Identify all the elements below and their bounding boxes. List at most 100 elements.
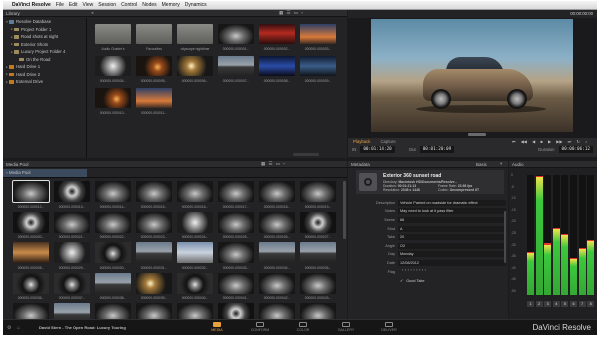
checkmark-icon[interactable]: ✓ [400, 278, 403, 283]
go-end-icon[interactable]: ⏭ [568, 139, 572, 144]
mediapool-clip-tile[interactable]: 000000-000039... [136, 272, 172, 300]
library-tree-item[interactable]: ▸ External Drive [3, 78, 85, 86]
mediapool-clip-tile[interactable]: 000000-000024... [177, 211, 213, 239]
viewer-scrubber[interactable] [468, 133, 486, 136]
mediapool-clip-tile[interactable]: 000000-000023... [136, 211, 172, 239]
menu-edit[interactable]: Edit [69, 2, 78, 8]
mediapool-clip-tile[interactable]: 000000-000032... [177, 242, 213, 270]
channel-button[interactable]: 6 [570, 301, 577, 307]
library-tree-item[interactable]: ▸ Exterior Shots [3, 41, 85, 49]
page-tab-gallery[interactable]: GALLERY [328, 322, 364, 334]
library-clip-tile[interactable]: 000000-000005... [136, 56, 172, 83]
mediapool-clip-tile[interactable]: 000000-000017... [218, 181, 254, 209]
page-tab-color[interactable]: COLOR [285, 322, 321, 334]
metadata-field-input[interactable]: O2 [398, 242, 506, 249]
rewind-icon[interactable]: ◀◀ [521, 139, 527, 144]
library-tree-item[interactable]: ▸ Road shots at night [3, 33, 85, 41]
channel-button[interactable]: 8 [587, 301, 595, 307]
menu-control[interactable]: Control [121, 2, 137, 8]
view-mode-icons[interactable]: ▦ ☰ ▭ ▫ [279, 10, 304, 16]
mediapool-clip-tile[interactable]: 000000-000030... [95, 242, 131, 270]
media-pool-view-icons[interactable]: ▦ ☰ ▭ ▫ [261, 161, 286, 167]
menu-dynamics[interactable]: Dynamics [185, 2, 207, 8]
library-clip-tile[interactable]: Favourites [136, 24, 172, 51]
library-clip-tile[interactable]: 000000-000007... [218, 56, 254, 83]
mediapool-clip-tile[interactable]: 000000-000028... [13, 242, 49, 270]
menu-file[interactable]: File [56, 2, 64, 8]
mediapool-clip-tile[interactable]: 000000-000047... [136, 303, 172, 319]
library-clip-tile[interactable]: 000000-000001... [218, 24, 254, 51]
mediapool-clip-tile[interactable]: 000000-000029... [54, 242, 90, 270]
library-tree-item[interactable]: ▸ Project Folder 1 [3, 26, 85, 34]
channel-button[interactable]: 5 [561, 301, 569, 307]
library-tree-item[interactable]: ▾ Resolve Database [3, 18, 85, 26]
menu-app-name[interactable]: DaVinci Resolve [12, 2, 51, 8]
menu-memory[interactable]: Memory [162, 2, 180, 8]
menu-nodes[interactable]: Nodes [142, 2, 156, 8]
home-icon[interactable]: ⌂ [17, 325, 20, 331]
library-tree-item[interactable]: ▸ Luxury Project Folder 4 [3, 48, 85, 56]
library-clip-tile[interactable]: 000000-000008... [259, 56, 295, 83]
library-scrollbar[interactable] [293, 153, 319, 156]
mediapool-clip-tile[interactable]: 000000-000033... [218, 242, 254, 270]
mediapool-clip-tile[interactable]: 000000-000040... [177, 272, 213, 300]
mediapool-clip-tile[interactable]: 000000-000026... [259, 211, 295, 239]
library-clip-tile[interactable]: 000000-000010... [95, 88, 131, 115]
mediapool-clip-tile[interactable]: 000000-000014... [95, 181, 131, 209]
mediapool-clip-tile[interactable]: 000000-000020... [13, 211, 49, 239]
mediapool-clip-tile[interactable]: 000000-000022... [95, 211, 131, 239]
metadata-field-input[interactable]: 20 [398, 234, 506, 241]
good-take-row[interactable]: ✓ Good Take [400, 278, 424, 284]
metadata-field-input[interactable]: Vehicle Parked on roadside for dramatic … [398, 199, 506, 206]
play-icon[interactable]: ▶ [548, 139, 551, 144]
library-clip-tile[interactable]: 000000-000011... [136, 88, 172, 115]
library-tree-item[interactable]: ▸ Hard Drive 1 [3, 63, 85, 71]
mediapool-clip-tile[interactable]: 000000-000051... [300, 303, 336, 319]
mediapool-clip-tile[interactable]: 000000-000036... [13, 272, 49, 300]
library-clip-tile[interactable]: 000000-000002... [259, 24, 295, 51]
metadata-field-input[interactable]: A [398, 225, 506, 232]
stop-icon[interactable]: ■ [540, 139, 542, 144]
media-pool-root[interactable]: ▾ Media Pool [3, 169, 87, 177]
mediapool-clip-tile[interactable]: 000000-000037... [54, 272, 90, 300]
mediapool-clip-tile[interactable]: 000000-000038... [95, 272, 131, 300]
library-clip-tile[interactable]: 000000-000004... [95, 56, 131, 83]
mediapool-clip-tile[interactable]: 000000-000042... [259, 272, 295, 300]
page-tab-conform[interactable]: CONFORM [242, 322, 278, 334]
mediapool-clip-tile[interactable]: 000000-000050... [259, 303, 295, 319]
play-reverse-icon[interactable]: ◀ [532, 139, 535, 144]
mediapool-clip-tile[interactable]: 000000-000015... [136, 181, 172, 209]
mediapool-clip-tile[interactable]: 000000-000041... [218, 272, 254, 300]
library-tree-item[interactable]: On the Road [3, 56, 85, 64]
mediapool-clip-tile[interactable]: 000000-000025... [218, 211, 254, 239]
channel-button[interactable]: 3 [544, 301, 552, 307]
metadata-field-input[interactable]: May need to look at it pass filter [398, 208, 506, 215]
tab-playback[interactable]: Playback [348, 139, 375, 144]
library-clip-tile[interactable]: Audio Chatter's [95, 24, 131, 51]
collapse-icon[interactable]: ◂ [91, 10, 93, 16]
channel-button[interactable]: 2 [535, 301, 543, 307]
go-start-icon[interactable]: ⏮ [512, 139, 516, 144]
library-clip-tile[interactable]: cityscape nighttime [177, 24, 213, 51]
mediapool-clip-tile[interactable]: 000000-000031... [136, 242, 172, 270]
page-tab-deliver[interactable]: DELIVER [371, 322, 407, 334]
settings-icon[interactable]: ⚙ [7, 325, 11, 331]
menu-view[interactable]: View [83, 2, 94, 8]
mediapool-clip-tile[interactable]: 000000-000035... [300, 242, 336, 270]
fast-forward-icon[interactable]: ▶▶ [556, 139, 562, 144]
channel-button[interactable]: 7 [578, 301, 586, 307]
channel-button[interactable]: 1 [527, 301, 534, 307]
channel-button[interactable]: 4 [552, 301, 560, 307]
library-clip-tile[interactable]: 000000-000009... [300, 56, 336, 83]
metadata-field-input[interactable]: 66 [398, 216, 506, 223]
mediapool-clip-tile[interactable]: 000000-000018... [259, 181, 295, 209]
mediapool-clip-tile[interactable]: 000000-000049... [218, 303, 254, 319]
library-tree-item[interactable]: ▸ Hard Drive 2 [3, 71, 85, 79]
audio-icon[interactable]: ♪ [585, 139, 587, 144]
menu-session[interactable]: Session [98, 2, 116, 8]
mediapool-clip-tile[interactable]: 000000-000045... [54, 303, 90, 319]
metadata-scrollbar[interactable] [504, 211, 506, 263]
mediapool-clip-tile[interactable]: 000000-000019... [300, 181, 336, 209]
out-timecode[interactable]: 00:01:20:09 [419, 146, 455, 153]
media-pool-scrollbar[interactable] [343, 181, 346, 239]
